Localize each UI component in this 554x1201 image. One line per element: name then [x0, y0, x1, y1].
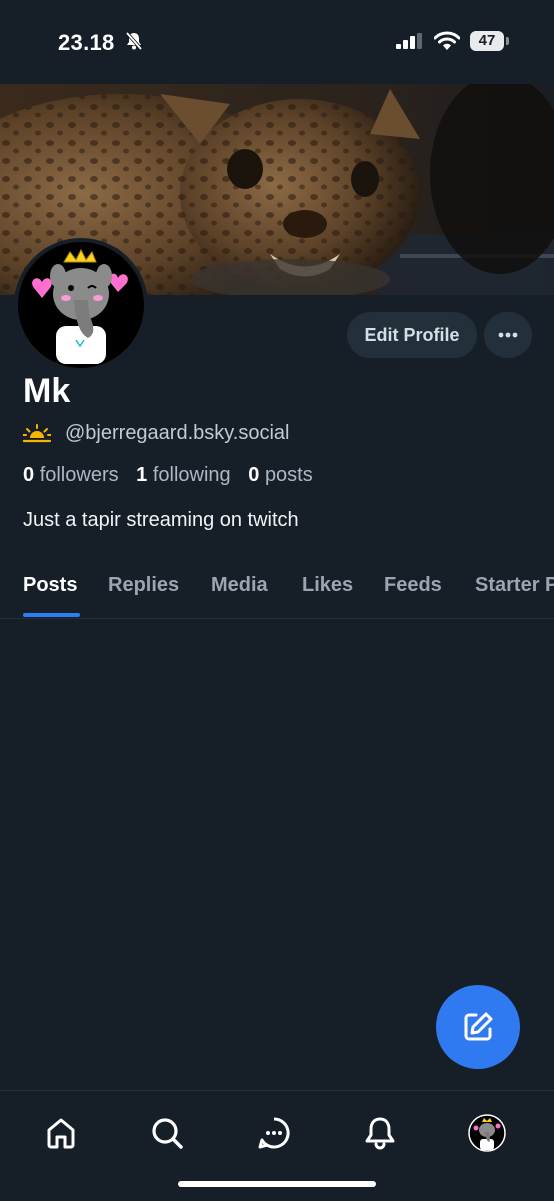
status-bar: 23.18 47 — [0, 0, 554, 84]
following-label: following — [152, 464, 231, 486]
profile-avatar[interactable] — [14, 238, 148, 372]
search-icon — [152, 1118, 183, 1149]
home-icon — [47, 1118, 75, 1149]
following-count: 1 — [136, 464, 148, 486]
tab-feeds[interactable]: Feeds — [384, 574, 442, 597]
profile-stats: 0 followers 1 following 0 posts — [23, 464, 313, 487]
tab-media[interactable]: Media — [211, 574, 268, 597]
home-indicator — [178, 1181, 376, 1187]
tapir-avatar-image — [18, 242, 144, 368]
tab-starter-packs[interactable]: Starter Packs — [475, 574, 554, 597]
profile-handle[interactable]: @bjerregaard.bsky.social — [65, 422, 289, 445]
silent-bell-icon — [124, 31, 144, 56]
tab-replies[interactable]: Replies — [108, 574, 179, 597]
status-time: 23.18 — [58, 30, 115, 55]
battery-nub — [506, 37, 509, 45]
followers-count: 0 — [23, 464, 35, 486]
profile-bio: Just a tapir streaming on twitch — [23, 509, 299, 531]
nav-notifications[interactable] — [360, 1113, 400, 1153]
followers-stat[interactable]: 0 followers — [23, 464, 119, 486]
nav-profile[interactable] — [467, 1113, 507, 1153]
wifi-icon — [433, 31, 461, 56]
display-name: Mk — [23, 372, 71, 410]
edit-profile-button[interactable]: Edit Profile — [347, 312, 477, 358]
sunrise-icon — [23, 423, 51, 442]
followers-label: followers — [39, 464, 119, 486]
posts-count: 0 — [248, 464, 260, 486]
compose-icon — [464, 1012, 493, 1041]
handle-row: @bjerregaard.bsky.social — [23, 422, 289, 445]
ellipsis-icon — [498, 332, 518, 338]
nav-search[interactable] — [147, 1113, 187, 1153]
nav-home[interactable] — [41, 1113, 81, 1153]
profile-avatar-icon — [468, 1114, 506, 1152]
profile-tabs: Posts Replies Media Likes Feeds Starter … — [0, 566, 554, 619]
posts-stat: 0 posts — [248, 464, 313, 486]
posts-label: posts — [264, 464, 313, 486]
battery-indicator: 47 — [470, 31, 504, 51]
chat-icon — [258, 1117, 290, 1149]
tab-posts[interactable]: Posts — [23, 574, 77, 597]
bell-icon — [365, 1117, 395, 1150]
following-stat[interactable]: 1 following — [136, 464, 231, 486]
nav-chat[interactable] — [254, 1113, 294, 1153]
cellular-signal-icon — [396, 33, 424, 54]
active-tab-indicator — [23, 613, 80, 617]
tab-likes[interactable]: Likes — [302, 574, 353, 597]
compose-button[interactable] — [436, 985, 520, 1069]
more-options-button[interactable] — [484, 312, 532, 358]
